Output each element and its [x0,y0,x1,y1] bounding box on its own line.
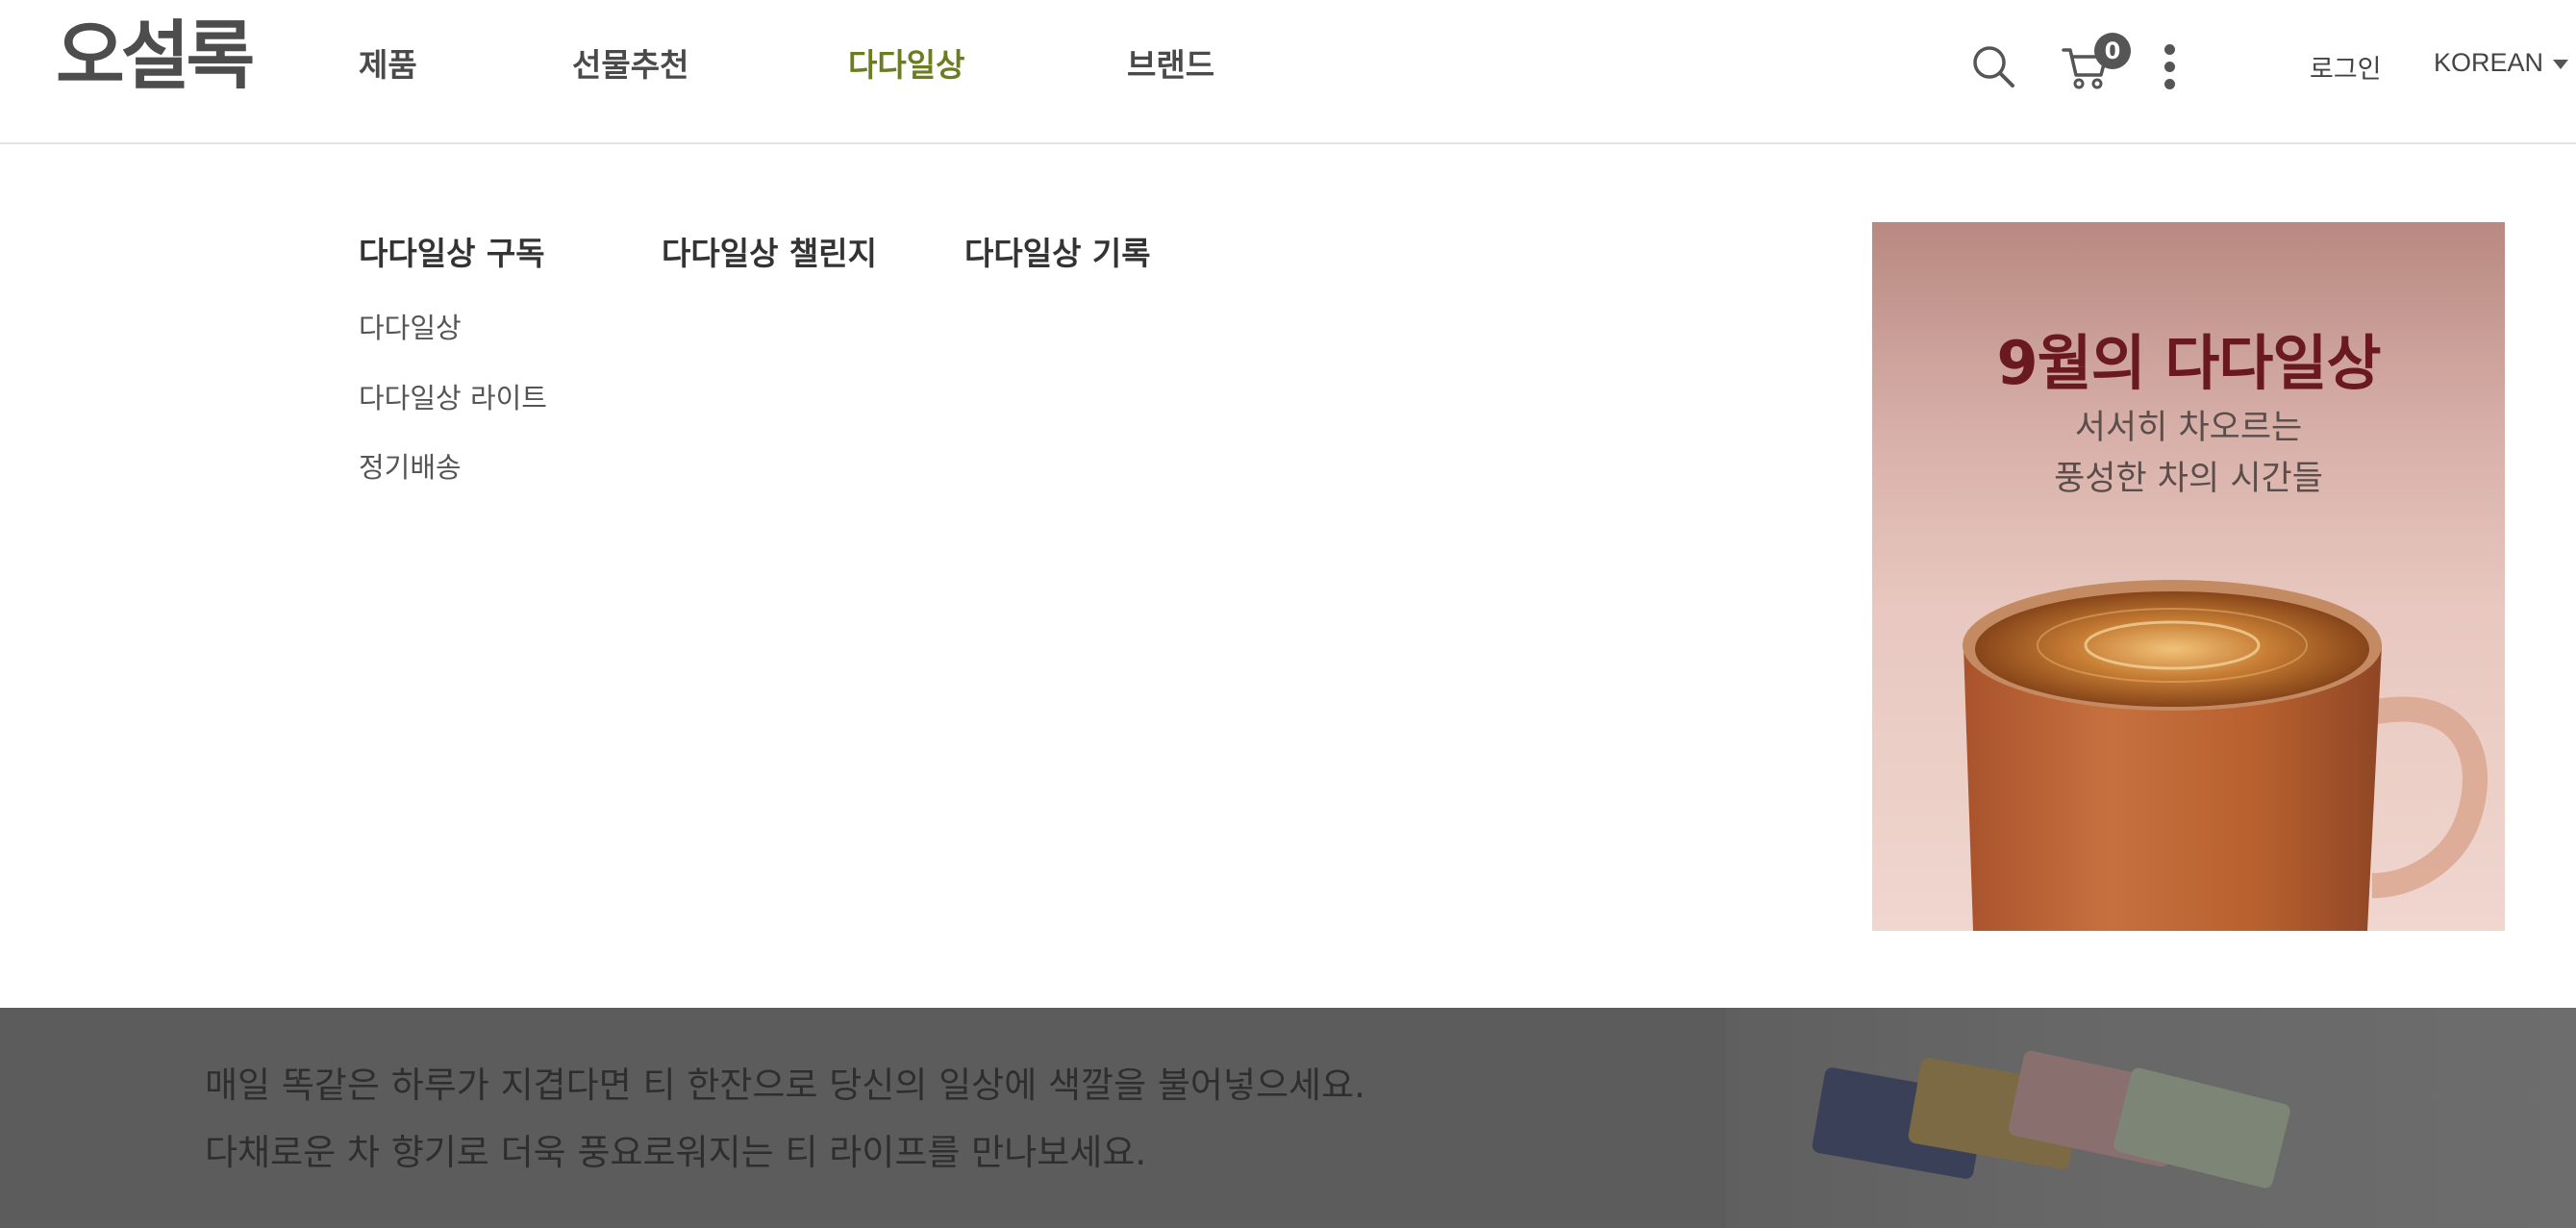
login-link[interactable]: 로그인 [2310,48,2382,86]
nav-item-dadailsang[interactable]: 다다일상 [848,44,964,87]
product-photo [1726,1008,2576,1228]
menu-column-record[interactable]: 다다일상 기록 [964,228,1151,274]
menu-column-challenge[interactable]: 다다일상 챌린지 [662,228,877,274]
site-logo[interactable]: 오설록 [56,19,255,94]
cart-count-badge: 0 [2094,33,2131,69]
language-label: KOREAN [2434,48,2544,77]
nav-item-brand[interactable]: 브랜드 [1127,44,1214,87]
menu-item-dadailsang-lite[interactable]: 다다일상 라이트 [359,376,547,416]
menu-column-subscription[interactable]: 다다일상 구독 [359,228,545,274]
menu-item-dadailsang[interactable]: 다다일상 [359,306,462,346]
more-vertical-icon[interactable] [2160,44,2179,90]
site-header: 오설록 제품 선물추천 다다일상 브랜드 0 로그인 KOREAN [0,0,2576,144]
intro-text-line1: 매일 똑같은 하루가 지겹다면 티 한잔으로 당신의 일상에 색깔을 불어넣으세… [205,1065,1365,1106]
tea-sachet [2112,1065,2292,1190]
chevron-down-icon [2553,59,2569,69]
promo-banner[interactable]: 9월의 다다일상 서서히 차오르는 풍성한 차의 시간들 [1872,222,2505,931]
background-section: 매일 똑같은 하루가 지겹다면 티 한잔으로 당신의 일상에 색깔을 불어넣으세… [0,1008,2576,1228]
language-select[interactable]: KOREAN [2434,48,2569,78]
nav-item-gift-recommendation[interactable]: 선물추천 [572,44,688,87]
tea-cup-image [1963,580,2488,931]
mega-menu-panel: 다다일상 구독 다다일상 챌린지 다다일상 기록 다다일상 다다일상 라이트 정… [0,145,2576,1008]
search-icon[interactable] [1971,44,2015,88]
intro-text-line2: 다채로운 차 향기로 더욱 풍요로워지는 티 라이프를 만나보세요. [205,1132,1147,1173]
menu-item-regular-delivery[interactable]: 정기배송 [359,445,462,486]
nav-item-products[interactable]: 제품 [359,44,417,87]
